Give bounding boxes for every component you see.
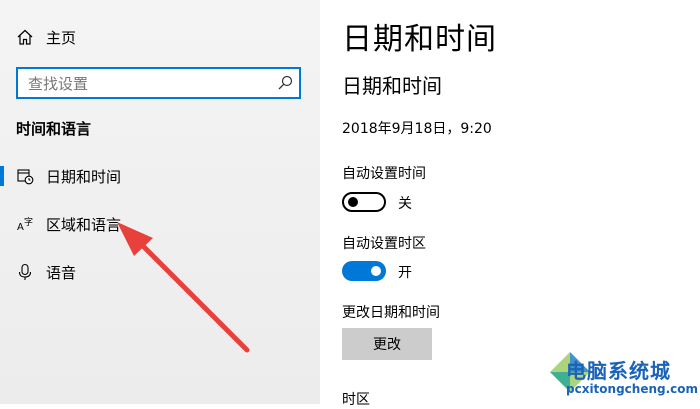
sidebar-item-region-language[interactable]: A字 区域和语言: [0, 204, 320, 244]
home-label: 主页: [46, 28, 77, 47]
change-datetime-label: 更改日期和时间: [342, 305, 440, 321]
search-box[interactable]: [16, 67, 301, 99]
home-link[interactable]: 主页: [16, 25, 76, 49]
watermark-title: 电脑系统城: [566, 359, 671, 383]
sidebar: 主页 时间和语言 日期和时间 A字 区域和语言 语音: [0, 0, 320, 404]
page-title: 日期和时间: [342, 22, 497, 57]
svg-text:A: A: [17, 222, 24, 233]
sidebar-item-label: 日期和时间: [46, 167, 122, 186]
change-button[interactable]: 更改: [342, 328, 432, 360]
auto-time-state: 关: [398, 196, 412, 212]
home-icon: [16, 28, 34, 46]
main-panel: 日期和时间 日期和时间 2018年9月18日，9:20 自动设置时间 关 自动设…: [320, 0, 700, 408]
current-datetime: 2018年9月18日，9:20: [342, 121, 492, 137]
auto-time-toggle[interactable]: [342, 192, 386, 212]
calendar-clock-icon: [16, 167, 34, 185]
auto-timezone-toggle[interactable]: [342, 261, 386, 281]
toggle-knob: [371, 266, 381, 276]
sidebar-section-title: 时间和语言: [16, 120, 92, 138]
search-input[interactable]: [26, 69, 270, 99]
auto-timezone-label: 自动设置时区: [342, 236, 426, 252]
toggle-knob: [348, 197, 358, 207]
sidebar-item-label: 区域和语言: [46, 215, 122, 234]
microphone-icon: [16, 263, 34, 281]
sidebar-item-date-time[interactable]: 日期和时间: [0, 156, 320, 196]
active-indicator: [0, 166, 4, 186]
watermark-url: pcxitongcheng.com: [566, 382, 699, 396]
auto-time-label: 自动设置时间: [342, 166, 426, 182]
timezone-label: 时区: [342, 392, 370, 408]
auto-timezone-state: 开: [398, 265, 412, 281]
language-icon: A字: [16, 215, 34, 233]
sidebar-item-label: 语音: [46, 263, 77, 282]
section-title: 日期和时间: [342, 74, 442, 98]
svg-text:字: 字: [24, 216, 33, 228]
sidebar-item-speech[interactable]: 语音: [0, 252, 320, 292]
search-icon[interactable]: [277, 75, 293, 91]
